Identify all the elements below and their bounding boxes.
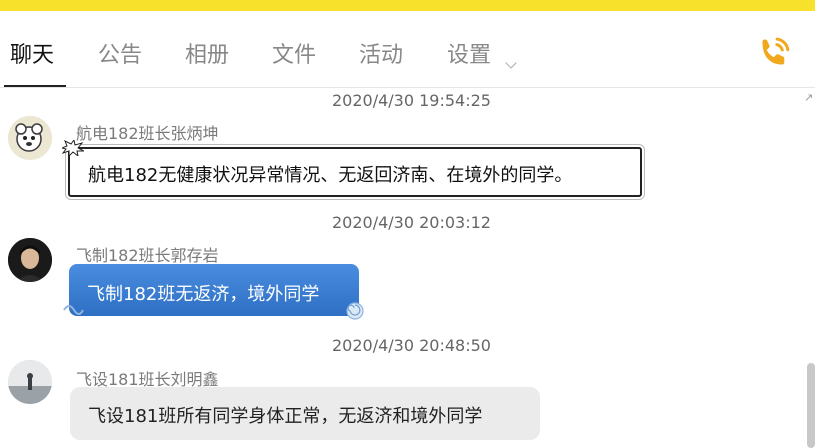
landscape-avatar-icon xyxy=(8,360,52,404)
swirl-decoration-icon xyxy=(346,302,364,320)
message-bubble[interactable]: 航电182无健康状况异常情况、无返回济南、在境外的同学。 xyxy=(68,147,642,197)
tab-chat[interactable]: 聊天 xyxy=(10,42,54,70)
comic-burst-icon xyxy=(62,140,84,156)
timestamp: 2020/4/30 19:54:25 xyxy=(332,91,491,110)
cartoon-avatar-icon xyxy=(8,116,52,160)
tab-settings[interactable]: 设置 xyxy=(447,42,491,70)
timestamp: 2020/4/30 20:48:50 xyxy=(332,336,491,355)
message-text: 飞设181班所有同学身体正常，无返济和境外同学 xyxy=(88,406,483,427)
message-text: 航电182无健康状况异常情况、无返回济南、在境外的同学。 xyxy=(88,165,573,186)
timestamp: 2020/4/30 20:03:12 xyxy=(332,213,491,232)
avatar[interactable] xyxy=(8,238,52,282)
message-bubble[interactable]: 飞设181班所有同学身体正常，无返济和境外同学 xyxy=(70,387,540,440)
person-avatar-icon xyxy=(8,238,52,282)
tab-album[interactable]: 相册 xyxy=(185,42,229,70)
tab-files[interactable]: 文件 xyxy=(272,42,316,70)
sender-name: 飞制182班长郭存岩 xyxy=(76,246,219,265)
scrollbar-thumb[interactable] xyxy=(807,363,815,448)
wave-decoration-icon xyxy=(63,305,84,315)
sender-name: 航电182班长张炳坤 xyxy=(76,124,219,143)
avatar[interactable] xyxy=(8,360,52,404)
top-accent-bar xyxy=(0,0,815,11)
phone-call-icon[interactable] xyxy=(755,34,793,72)
chevron-down-icon[interactable] xyxy=(505,57,517,69)
active-tab-indicator xyxy=(4,85,66,87)
avatar[interactable] xyxy=(8,116,52,160)
tab-bar: 聊天 公告 相册 文件 活动 设置 xyxy=(0,11,815,88)
tab-activities[interactable]: 活动 xyxy=(359,42,403,70)
message-text: 飞制182班无返济，境外同学 xyxy=(87,284,320,305)
tab-announcements[interactable]: 公告 xyxy=(98,42,142,70)
message-bubble[interactable]: 飞制182班无返济，境外同学 xyxy=(69,264,359,316)
